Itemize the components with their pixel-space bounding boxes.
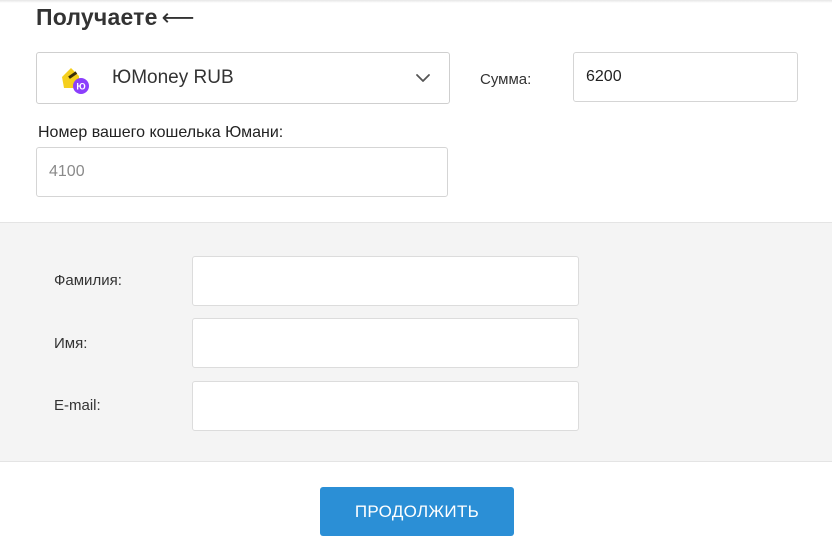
continue-button[interactable]: ПРОДОЛЖИТЬ [320, 487, 514, 536]
email-label: E-mail: [54, 397, 101, 414]
surname-input[interactable] [192, 256, 579, 306]
currency-select[interactable]: Ю ЮMoney RUB [36, 52, 450, 104]
yoomoney-logo-icon: Ю [62, 68, 89, 94]
amount-label: Сумма: [480, 71, 532, 88]
name-input[interactable] [192, 318, 579, 368]
currency-name: ЮMoney RUB [112, 67, 234, 88]
personal-data-panel: Фамилия: Имя: E-mail: [0, 222, 832, 462]
amount-input[interactable] [573, 52, 798, 102]
chevron-down-icon [416, 74, 430, 82]
name-label: Имя: [54, 335, 88, 352]
back-arrow-icon[interactable]: ⟵ [162, 4, 195, 30]
wallet-number-input[interactable] [36, 147, 448, 197]
surname-label: Фамилия: [54, 272, 122, 289]
receive-title-text: Получаете [36, 4, 158, 30]
receive-section-title: Получаете ⟵ [36, 4, 195, 31]
yoomoney-logo-badge: Ю [76, 82, 85, 92]
email-input[interactable] [192, 381, 579, 431]
wallet-number-label: Номер вашего кошелька Юмани: [38, 124, 284, 141]
top-shadow [0, 0, 832, 3]
